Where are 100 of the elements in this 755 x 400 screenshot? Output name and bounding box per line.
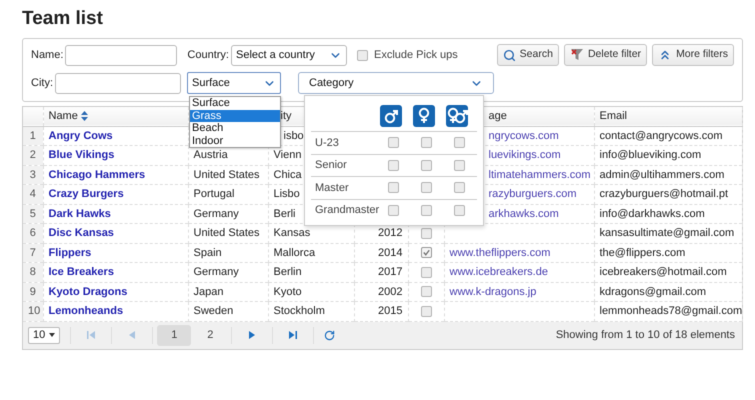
category-checkbox[interactable]	[421, 204, 432, 216]
male-female-symbol-icon[interactable]	[446, 105, 468, 127]
sort-icon	[80, 111, 88, 122]
website-link[interactable]: razyburguers.com	[488, 188, 577, 200]
website-link[interactable]: arkhawks.com	[488, 208, 559, 220]
pickup-checkbox[interactable]	[420, 266, 432, 278]
male-symbol-icon[interactable]	[380, 105, 402, 127]
category-checkbox[interactable]	[388, 160, 399, 171]
row-number: 5	[30, 208, 36, 220]
table-cell: contact@angrycows.com	[600, 130, 723, 142]
exclude-pickups-checkbox[interactable]	[356, 50, 368, 60]
dropdown-option[interactable]: Beach	[190, 122, 280, 134]
previous-page-icon	[129, 331, 136, 339]
row-number: 9	[30, 286, 36, 298]
delete-filter-button[interactable]: Delete filter	[564, 44, 648, 66]
funnel-icon	[570, 48, 584, 62]
website-link[interactable]: www.k-dragons.jp	[450, 286, 536, 298]
table-cell: Germany	[194, 208, 239, 220]
table-cell: 2017	[378, 266, 402, 278]
team-name-link[interactable]: Kyoto Dragons	[48, 286, 128, 298]
table-cell: Kansas	[274, 227, 310, 239]
pickup-checkbox[interactable]	[420, 286, 432, 298]
team-name-link[interactable]: Dark Hawks	[48, 208, 111, 220]
category-checkbox[interactable]	[388, 204, 399, 216]
pickup-checkbox[interactable]	[420, 306, 432, 317]
dropdown-option[interactable]: Surface	[190, 97, 280, 110]
category-label: Grandmaster	[315, 203, 380, 218]
team-name-link[interactable]: Ice Breakers	[48, 266, 114, 278]
first-page-icon	[87, 331, 96, 339]
surface-select[interactable]: Surface	[187, 72, 281, 94]
dropdown-option[interactable]: Grass	[190, 110, 280, 122]
city-field[interactable]	[55, 72, 181, 94]
table-cell: Sweden	[194, 305, 234, 317]
team-name-link[interactable]: Chicago Hammers	[48, 168, 146, 180]
name-field[interactable]	[65, 44, 178, 66]
female-symbol-icon[interactable]	[413, 105, 435, 127]
website-link[interactable]: ngrycows.com	[488, 130, 559, 142]
table-cell: Portugal	[194, 188, 234, 200]
last-page-icon	[289, 331, 298, 339]
row-number: 6	[30, 227, 36, 239]
table-cell: kansasultimate@gmail.com	[600, 227, 734, 239]
city-label: City:	[31, 76, 53, 91]
website-link[interactable]: www.icebreakers.de	[450, 266, 548, 278]
table-cell: lemmonheads78@gmail.com	[600, 305, 741, 317]
column-header[interactable]: Name	[48, 108, 88, 124]
category-value: Category	[309, 76, 354, 91]
website-link[interactable]: www.theflippers.com	[450, 246, 550, 258]
table-cell: 2012	[378, 227, 402, 239]
table-cell: Japan	[194, 286, 224, 298]
category-checkbox[interactable]	[454, 137, 465, 148]
category-checkbox[interactable]	[454, 204, 465, 216]
caret-icon	[49, 333, 56, 337]
category-checkbox[interactable]	[388, 137, 399, 148]
team-name-link[interactable]: Lemonheands	[48, 305, 124, 317]
table-cell: info@darkhawks.com	[600, 208, 705, 220]
table-cell: admin@ultihammers.com	[600, 168, 724, 180]
category-label: Senior	[315, 158, 348, 173]
table-cell: United States	[194, 227, 260, 239]
team-name-link[interactable]: Blue Vikings	[48, 149, 114, 161]
table-cell: Berli	[274, 208, 296, 220]
category-checkbox[interactable]	[388, 182, 399, 194]
page-size-select[interactable]: 10	[28, 326, 60, 344]
column-header[interactable]: Email	[600, 110, 628, 122]
country-select[interactable]: Select a country	[230, 44, 347, 66]
team-name-link[interactable]: Angry Cows	[48, 130, 113, 142]
pickup-checkbox[interactable]	[420, 247, 432, 258]
pickup-checkbox[interactable]	[420, 228, 432, 239]
search-icon	[502, 48, 516, 62]
column-header[interactable]: ity	[280, 110, 292, 122]
website-link[interactable]: luevikings.com	[488, 149, 561, 161]
table-cell: Stockholm	[274, 305, 325, 317]
category-checkbox[interactable]	[454, 160, 465, 171]
website-link[interactable]: ltimatehammers.com	[488, 168, 591, 180]
category-checkbox[interactable]	[454, 182, 465, 194]
table-cell: info@blueviking.com	[600, 149, 702, 161]
dropdown-option[interactable]: Indoor	[190, 134, 280, 147]
search-button[interactable]: Search	[496, 44, 559, 66]
table-cell: icebreakers@hotmail.com	[600, 266, 727, 278]
more-filters-button[interactable]: More filters	[652, 44, 734, 66]
category-checkbox[interactable]	[421, 160, 432, 171]
row-number: 3	[30, 168, 36, 180]
table-cell: kdragons@gmail.com	[600, 286, 706, 298]
category-checkbox[interactable]	[421, 182, 432, 194]
exclude-pickups-label: Exclude Pick ups	[374, 48, 458, 63]
team-name-link[interactable]: Disc Kansas	[48, 227, 114, 239]
table-cell: Kyoto	[274, 286, 302, 298]
country-label: Country:	[187, 48, 229, 63]
table-cell: Austria	[194, 149, 228, 161]
team-name-link[interactable]: Flippers	[48, 246, 92, 258]
table-cell: Berlin	[274, 266, 302, 278]
page-button[interactable]: 2	[193, 324, 228, 346]
category-select[interactable]: Category	[298, 72, 494, 94]
category-checkbox[interactable]	[421, 137, 432, 148]
row-number: 2	[30, 149, 36, 161]
column-header[interactable]: age	[488, 110, 507, 122]
team-name-link[interactable]: Crazy Burgers	[48, 188, 124, 200]
table-cell: Germany	[194, 266, 239, 278]
page-title: Team list	[22, 8, 104, 30]
category-label: U-23	[315, 136, 340, 150]
page-button[interactable]: 1	[157, 324, 192, 346]
